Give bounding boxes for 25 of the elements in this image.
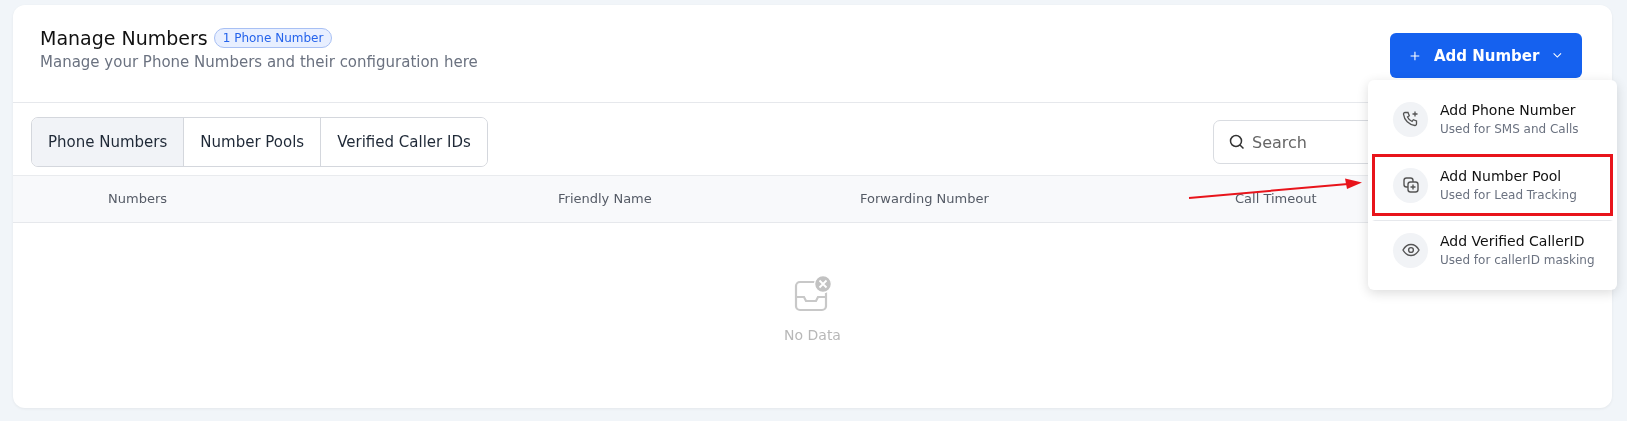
empty-state-text: No Data [784,327,841,343]
tab[interactable]: Phone Numbers [32,118,184,166]
column-header: Friendly Name [558,191,652,206]
column-header: Forwarding Number [860,191,989,206]
phone-plus-icon [1401,110,1420,128]
menu-item-title: Add Phone Number [1440,102,1577,118]
page-subtitle: Manage your Phone Numbers and their configuration here [40,53,478,71]
eye-icon [1401,243,1420,257]
menu-item[interactable]: Add Number Pool Used for Lead Tracking [1372,154,1613,216]
menu-item-title: Add Number Pool [1440,168,1563,184]
menu-item-subtitle: Used for SMS and Calls [1440,122,1579,136]
column-header: Call Timeout [1235,191,1317,206]
tab[interactable]: Verified Caller IDs [320,118,487,166]
column-header: Numbers [108,191,167,206]
add-number-button[interactable]: Add Number [1390,33,1582,78]
menu-item-title: Add Verified CallerID [1440,233,1586,249]
chevron-down-icon [1553,51,1562,60]
menu-item[interactable]: Add Phone Number Used for SMS and Calls [1372,88,1613,150]
count-badge: 1 Phone Number [213,28,333,48]
page-title: Manage Numbers [40,27,208,49]
menu-item[interactable]: Add Verified CallerID Used for callerID masking [1372,220,1613,282]
stacked-squares-icon [1401,176,1420,194]
empty-inbox-icon [792,275,833,313]
menu-item-subtitle: Used for Lead Tracking [1440,188,1577,202]
menu-item-subtitle: Used for callerID masking [1440,253,1595,267]
